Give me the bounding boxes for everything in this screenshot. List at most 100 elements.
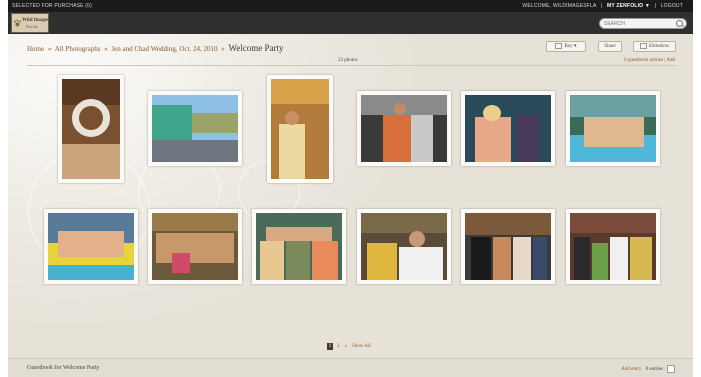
entry-count: 0 entries: [645, 367, 663, 373]
slideshow-icon: [639, 42, 647, 49]
photo-detail: [279, 124, 305, 179]
photo-detail: [62, 144, 120, 179]
show-all-link[interactable]: Show All: [352, 344, 371, 349]
page-frame: SELECTED FOR PURCHASE (0) WELCOME, WILDI…: [8, 0, 693, 377]
photo-image: [256, 213, 342, 280]
photo-image: [152, 95, 238, 162]
photo-thumbnail[interactable]: [252, 209, 346, 284]
photo-detail: [72, 99, 110, 137]
account-links: WELCOME, WILDIMAGESFLA | MY ZENFOLIO ▼ |…: [519, 3, 683, 9]
guestbook-title: Guestbook for Welcome Party: [27, 365, 100, 371]
photo-detail: [260, 241, 284, 280]
photo-image: [361, 213, 447, 280]
logo-line-1: Wild Images: [22, 18, 49, 23]
photo-detail: [312, 241, 338, 280]
photo-thumbnail[interactable]: [44, 209, 138, 284]
expand-guestbook-toggle[interactable]: [667, 365, 675, 373]
photo-detail: [610, 237, 628, 280]
guestbook-add-link[interactable]: Add: [666, 58, 675, 63]
photo-detail: [286, 241, 310, 280]
photo-image: [465, 213, 551, 280]
photo-detail: [517, 115, 539, 162]
photo-image: [465, 95, 551, 162]
photo-detail: [471, 237, 491, 280]
photo-detail: [570, 213, 656, 233]
photo-detail: [271, 79, 329, 104]
photo-image: [361, 95, 447, 162]
photo-image: [570, 95, 656, 162]
photo-count: 23 photos: [338, 58, 358, 63]
photo-thumbnail[interactable]: [357, 91, 451, 166]
page-title: Welcome Party: [228, 43, 284, 53]
guestbook-entries-link[interactable]: 0 guestbook entries: [624, 58, 663, 63]
breadcrumb-home[interactable]: Home: [27, 45, 44, 53]
separator: |: [654, 3, 657, 9]
photo-detail: [285, 111, 299, 125]
photo-thumbnail[interactable]: [461, 209, 555, 284]
header-divider: [27, 65, 677, 66]
photo-detail: [584, 117, 644, 147]
logout-link[interactable]: LOGOUT: [661, 3, 683, 9]
page-1-current: 1: [327, 343, 333, 350]
breadcrumb-separator: »: [221, 45, 225, 53]
photo-detail: [533, 237, 547, 280]
guestbook-actions: Add entry 0 entries: [621, 365, 675, 373]
share-label: Share: [604, 44, 616, 49]
photo-detail: [574, 237, 590, 280]
page-2-link[interactable]: 2: [337, 344, 340, 349]
my-zenfolio-menu[interactable]: MY ZENFOLIO ▼: [607, 3, 650, 9]
photo-detail: [152, 140, 238, 162]
breadcrumb: Home » All Photographs » Jen and Chad We…: [27, 43, 284, 53]
photo-thumbnail[interactable]: [566, 91, 660, 166]
photo-thumbnail[interactable]: [357, 209, 451, 284]
photo-detail: [172, 253, 190, 273]
welcome-text: WELCOME, WILDIMAGESFLA: [522, 3, 597, 9]
photo-detail: [630, 237, 652, 280]
guestbook-bar: Guestbook for Welcome Party Add entry 0 …: [8, 358, 693, 377]
top-bar: SELECTED FOR PURCHASE (0) WELCOME, WILDI…: [8, 0, 693, 12]
photo-image: [48, 213, 134, 280]
photo-detail: [361, 213, 447, 233]
photo-detail: [411, 115, 433, 162]
photo-detail: [58, 231, 124, 257]
site-logo[interactable]: Wild Images Florida: [11, 13, 49, 33]
photo-detail: [465, 213, 551, 235]
buy-label: Buy ▾: [564, 44, 577, 49]
search-icon[interactable]: [676, 20, 683, 27]
photo-detail: [156, 233, 234, 263]
add-entry-link[interactable]: Add entry: [621, 367, 641, 372]
buy-button[interactable]: Buy ▾: [546, 41, 586, 52]
slideshow-label: Slideshow: [648, 44, 670, 49]
breadcrumb-all-photographs[interactable]: All Photographs: [55, 45, 101, 53]
photo-image: [271, 79, 329, 179]
separator: |: [600, 3, 603, 9]
paw-icon: [14, 19, 21, 27]
pagination: 1 2 » Show All: [327, 343, 371, 350]
photo-detail: [409, 231, 425, 247]
photo-thumbnail[interactable]: [58, 75, 124, 183]
photo-thumbnail[interactable]: [566, 209, 660, 284]
photo-detail: [192, 113, 238, 133]
share-button[interactable]: Share: [598, 41, 622, 52]
photo-detail: [483, 105, 501, 121]
header-bar: Wild Images Florida: [8, 12, 693, 34]
slideshow-button[interactable]: Slideshow: [633, 41, 676, 52]
photo-detail: [48, 265, 134, 280]
photo-thumbnail[interactable]: [461, 91, 555, 166]
photo-detail: [399, 247, 443, 280]
search-input[interactable]: [604, 20, 674, 27]
cart-icon: [555, 42, 563, 49]
photo-thumbnail[interactable]: [148, 91, 242, 166]
guestbook-summary: 0 guestbook entries | Add: [624, 58, 675, 63]
search-box: [599, 18, 687, 29]
breadcrumb-separator: »: [47, 45, 52, 53]
photo-thumbnail[interactable]: [267, 75, 333, 183]
photo-detail: [367, 243, 397, 280]
next-page-arrow[interactable]: »: [345, 344, 348, 349]
photo-detail: [383, 115, 413, 162]
breadcrumb-separator: »: [104, 45, 108, 53]
photo-detail: [266, 227, 332, 241]
selected-for-purchase-link[interactable]: SELECTED FOR PURCHASE (0): [12, 3, 92, 9]
breadcrumb-gallery[interactable]: Jen and Chad Wedding, Oct. 24, 2010: [111, 45, 217, 53]
photo-thumbnail[interactable]: [148, 209, 242, 284]
